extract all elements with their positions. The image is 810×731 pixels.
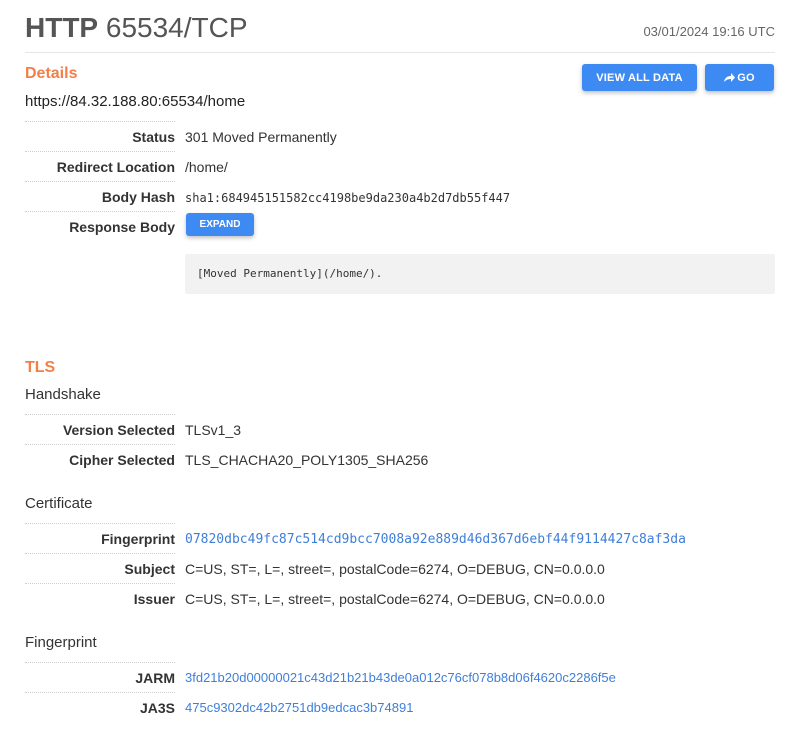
go-label: GO	[737, 71, 755, 84]
expand-button[interactable]: EXPAND	[186, 213, 254, 236]
row-value: 301 Moved Permanently	[185, 129, 337, 145]
row-key: Status	[132, 129, 175, 145]
scan-timestamp: 03/01/2024 19:16 UTC	[643, 24, 775, 39]
row-key: Response Body	[69, 219, 175, 235]
service-panel: HTTP 65534/TCP 03/01/2024 19:16 UTC Deta…	[25, 0, 775, 716]
ja3s-link[interactable]: 475c9302dc42b2751db9edcac3b74891	[185, 700, 413, 715]
service-url: https://84.32.188.80:65534/home	[25, 93, 246, 110]
tls-row-version: Version Selected TLSv1_3	[25, 414, 775, 444]
detail-row-status: Status 301 Moved Permanently	[25, 121, 775, 151]
cert-row-subject: Subject C=US, ST=, L=, street=, postalCo…	[25, 553, 775, 583]
fp-row-ja3s: JA3S 475c9302dc42b2751db9edcac3b74891	[25, 692, 775, 722]
page-title: HTTP 65534/TCP	[25, 12, 248, 44]
detail-row-redirect: Redirect Location /home/	[25, 151, 775, 181]
row-key: Subject	[124, 561, 175, 577]
detail-row-response-body: Response Body	[25, 211, 775, 241]
details-heading: Details	[25, 65, 78, 82]
tls-heading: TLS	[25, 359, 56, 376]
row-key: JARM	[135, 670, 175, 686]
port-label: 65534/TCP	[105, 12, 248, 43]
row-key: Cipher Selected	[69, 452, 175, 468]
row-value: C=US, ST=, L=, street=, postalCode=6274,…	[185, 561, 605, 577]
row-value: TLSv1_3	[185, 422, 242, 438]
go-button[interactable]: GO	[705, 64, 774, 91]
share-arrow-icon	[724, 72, 736, 82]
row-key: Redirect Location	[56, 159, 175, 175]
row-key: Fingerprint	[101, 531, 175, 547]
row-value: C=US, ST=, L=, street=, postalCode=6274,…	[185, 591, 605, 607]
detail-row-body-hash: Body Hash sha1:684945151582cc4198be9da23…	[25, 181, 775, 211]
row-key: JA3S	[139, 700, 175, 716]
row-key: Version Selected	[62, 422, 175, 438]
view-all-data-button[interactable]: VIEW ALL DATA	[582, 64, 697, 91]
fp-row-jarm: JARM 3fd21b20d00000021c43d21b21b43de0a01…	[25, 662, 775, 692]
tls-row-cipher: Cipher Selected TLS_CHACHA20_POLY1305_SH…	[25, 444, 775, 474]
protocol-label: HTTP	[25, 12, 99, 43]
jarm-link[interactable]: 3fd21b20d00000021c43d21b21b43de0a012c76c…	[185, 670, 616, 685]
service-header: HTTP 65534/TCP 03/01/2024 19:16 UTC	[25, 0, 775, 53]
cert-row-issuer: Issuer C=US, ST=, L=, street=, postalCod…	[25, 583, 775, 613]
cert-row-fingerprint: Fingerprint 07820dbc49fc87c514cd9bcc7008…	[25, 523, 775, 553]
row-value: TLS_CHACHA20_POLY1305_SHA256	[185, 452, 429, 468]
fingerprint-heading: Fingerprint	[25, 634, 97, 651]
row-key: Body Hash	[101, 189, 175, 205]
row-value: /home/	[185, 159, 228, 175]
cert-fingerprint-link[interactable]: 07820dbc49fc87c514cd9bcc7008a92e889d46d3…	[185, 532, 686, 547]
response-body-text: [Moved Permanently](/home/).	[197, 267, 383, 280]
response-body-box: [Moved Permanently](/home/).	[185, 254, 775, 294]
handshake-heading: Handshake	[25, 386, 101, 403]
row-value: sha1:684945151582cc4198be9da230a4b2d7db5…	[185, 191, 511, 205]
row-key: Issuer	[133, 591, 175, 607]
certificate-heading: Certificate	[25, 495, 93, 512]
